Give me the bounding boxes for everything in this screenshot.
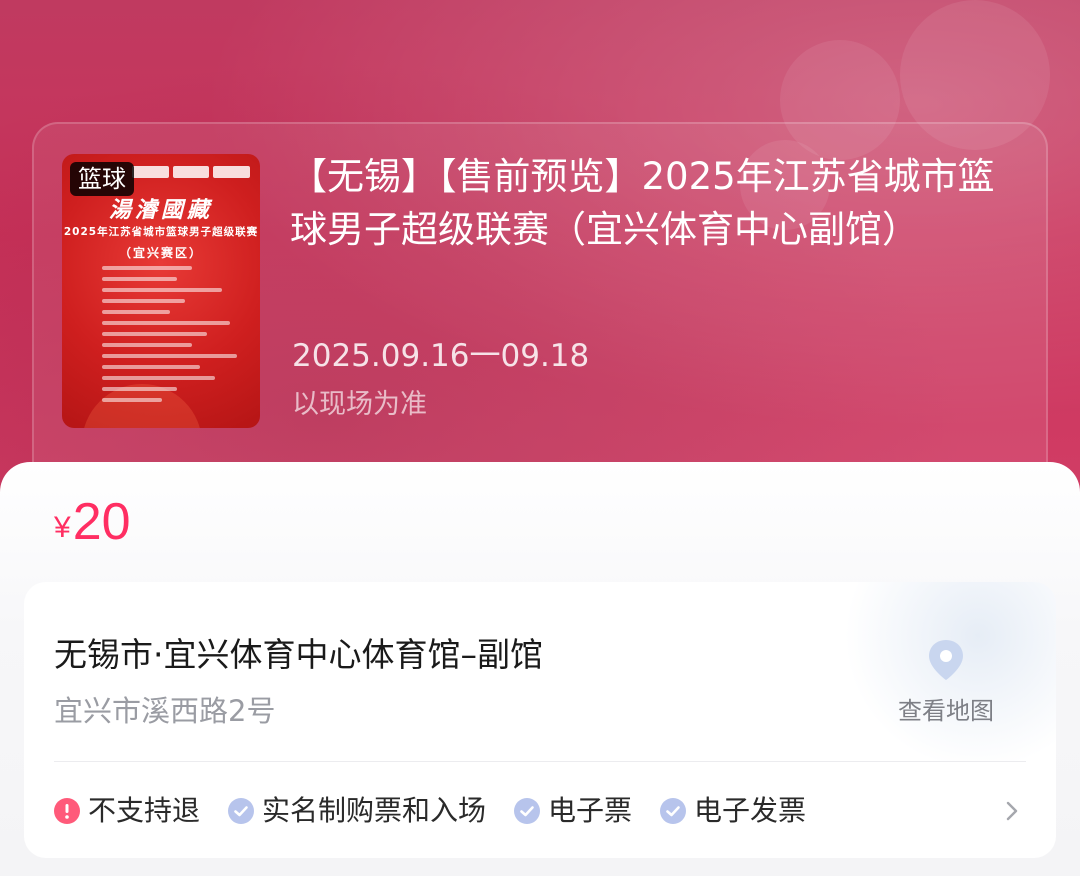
divider <box>54 761 1026 762</box>
poster-title: 2025年江苏省城市篮球男子超级联赛 <box>63 226 259 238</box>
poster-subtitle: （宜兴赛区） <box>118 246 203 260</box>
event-title: 【无锡】【售前预览】2025年江苏省城市篮球男子超级联赛（宜兴体育中心副馆） <box>290 155 995 251</box>
event-poster[interactable]: 篮球 湯濬國藏 2025年江苏省城市篮球男子超级联赛 （宜兴赛区） <box>62 154 260 428</box>
view-map-button[interactable]: 查看地图 <box>886 638 1006 728</box>
policy-item-e-invoice: 电子发票 <box>660 791 806 831</box>
event-date: 2025.09.16一09.18 <box>292 338 590 374</box>
venue-name: 无锡市·宜兴体育中心体育馆–副馆 <box>54 635 543 674</box>
ticket-policies[interactable]: 不支持退 实名制购票和入场 电子票 电子发票 <box>54 786 834 836</box>
policy-label: 电子票 <box>548 794 633 827</box>
poster-sponsor-logos <box>132 166 251 178</box>
check-icon <box>514 798 541 824</box>
policy-item-e-ticket: 电子票 <box>514 791 632 831</box>
policy-label: 实名制购票和入场 <box>262 794 487 827</box>
poster-brand: 湯濬國藏 <box>108 197 213 223</box>
policy-label: 电子发票 <box>694 794 807 827</box>
ticket-price: ¥20 <box>54 490 131 554</box>
chevron-right-icon[interactable] <box>1000 796 1024 826</box>
check-icon <box>228 798 255 824</box>
location-pin-icon <box>929 640 963 680</box>
policy-item-real-name: 实名制购票和入场 <box>228 791 486 831</box>
policy-label: 不支持退 <box>88 794 201 827</box>
category-tag: 篮球 <box>70 162 134 196</box>
policy-item-no-refund: 不支持退 <box>54 791 200 831</box>
check-icon <box>660 798 687 824</box>
price-currency: ¥ <box>54 511 71 544</box>
venue-address: 宜兴市溪西路2号 <box>54 694 276 728</box>
view-map-label: 查看地图 <box>898 697 994 725</box>
price-amount: 20 <box>72 493 131 551</box>
poster-fine-print <box>102 266 252 409</box>
warning-icon <box>54 798 80 824</box>
event-time-note: 以现场为准 <box>292 389 427 420</box>
